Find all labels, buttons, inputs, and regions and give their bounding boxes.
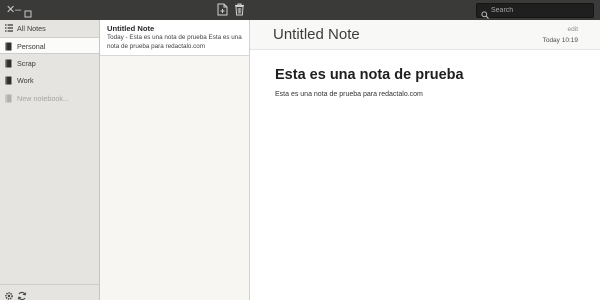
new-note-icon — [217, 3, 228, 16]
sync-button[interactable] — [17, 288, 27, 300]
note-heading[interactable]: Esta es una nota de prueba — [275, 67, 464, 83]
sidebar-item-label: Personal — [17, 42, 46, 51]
note-body[interactable]: Esta es una nota de prueba para redactal… — [275, 91, 423, 98]
sidebar-item-new-notebook[interactable]: New notebook... — [0, 90, 99, 107]
gear-icon — [5, 292, 13, 300]
sidebar-item-label: Scrap — [17, 59, 36, 68]
editor-header: Untitled Note edit Today 10:19 — [250, 20, 600, 50]
notebook-icon — [5, 59, 12, 70]
sidebar-item-all-notes[interactable]: All Notes — [0, 20, 99, 37]
titlebar: ✕ – — [0, 0, 600, 20]
close-window-button[interactable]: ✕ — [6, 3, 15, 17]
list-icon — [5, 24, 13, 34]
maximize-icon — [24, 10, 32, 18]
note-list: Untitled Note Today - Esta es una nota d… — [100, 20, 250, 300]
trash-icon — [235, 3, 244, 16]
notebook-icon — [5, 76, 12, 87]
new-note-button[interactable] — [217, 3, 228, 21]
sync-icon — [17, 291, 27, 300]
search-box[interactable] — [476, 3, 594, 19]
note-preview: Today - Esta es una nota de prueba Esta … — [107, 34, 242, 50]
sidebar-item-personal[interactable]: Personal — [0, 37, 99, 54]
sidebar-item-scrap[interactable]: Scrap — [0, 55, 99, 72]
note-date: Today 10:19 — [542, 37, 578, 44]
notebook-icon — [5, 42, 12, 53]
note-title: Untitled Note — [107, 24, 155, 33]
sidebar-item-work[interactable]: Work — [0, 72, 99, 89]
sidebar-item-label: All Notes — [17, 24, 46, 33]
search-input[interactable] — [491, 4, 591, 17]
notebook-icon — [5, 94, 12, 105]
sidebar-item-label: Work — [17, 76, 34, 85]
list-item[interactable]: Untitled Note Today - Esta es una nota d… — [100, 20, 249, 56]
page-title[interactable]: Untitled Note — [273, 26, 360, 43]
delete-note-button[interactable] — [234, 3, 245, 21]
notebook-sidebar: All Notes Personal Scrap Work New notebo… — [0, 20, 100, 300]
note-editor: Untitled Note edit Today 10:19 Esta es u… — [250, 20, 600, 300]
settings-button[interactable] — [4, 288, 14, 300]
edit-button[interactable]: edit — [568, 26, 578, 33]
minimize-window-button[interactable]: – — [15, 3, 21, 17]
sidebar-footer — [0, 284, 99, 300]
sidebar-item-label: New notebook... — [17, 94, 69, 103]
